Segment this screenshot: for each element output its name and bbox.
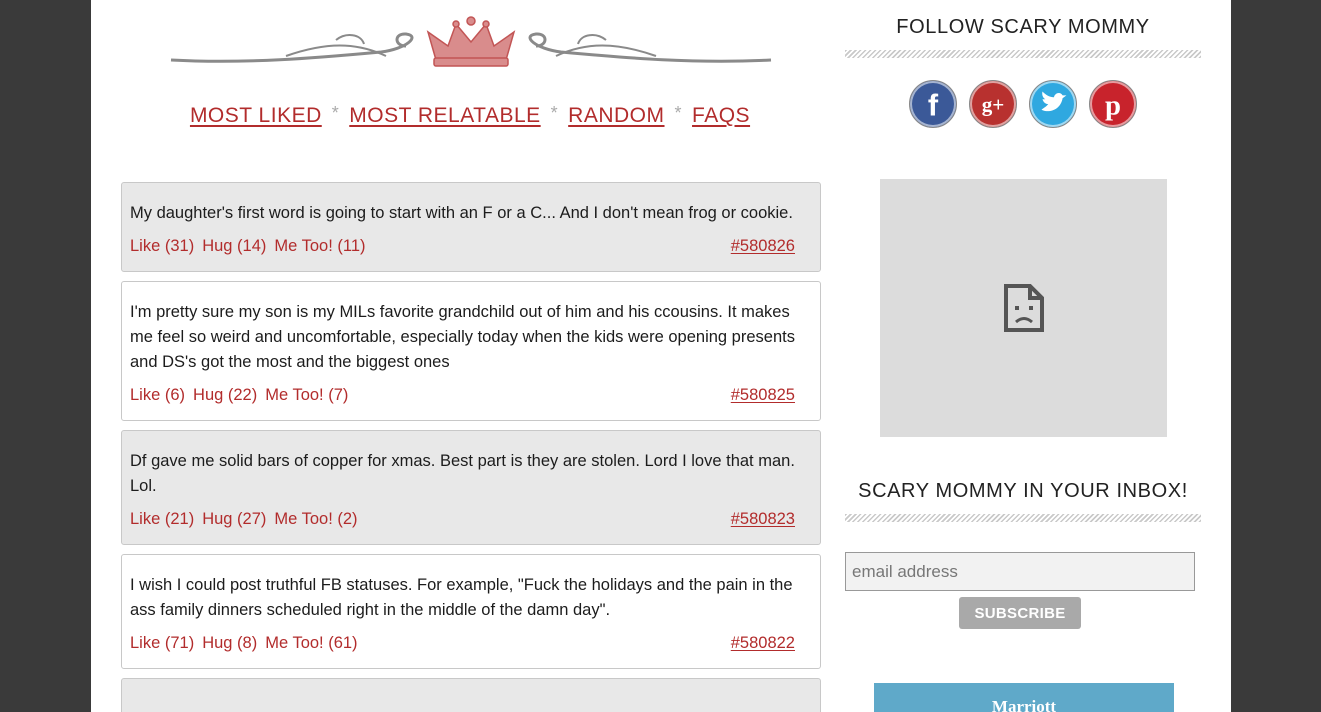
confession-card: I wish I could post truthful FB statuses… [121, 554, 821, 669]
ad-placeholder[interactable] [880, 179, 1167, 437]
confession-permalink[interactable]: #580823 [731, 510, 795, 529]
confession-text: I'm pretty sure my son is my MILs favori… [130, 303, 795, 371]
nav-separator: * [331, 103, 340, 123]
like-button[interactable]: Like (71) [130, 634, 194, 653]
confession-actions: Like (6) Hug (22) Me Too! (7) #580825 [130, 383, 812, 407]
me-too-button[interactable]: Me Too! (11) [274, 237, 365, 256]
like-button[interactable]: Like (31) [130, 237, 194, 256]
page-container: MOST LIKED * MOST RELATABLE * RANDOM * FAQS My… [91, 0, 1231, 712]
follow-heading: FOLLOW SCARY MOMMY [896, 16, 1150, 38]
confession-actions: Like (31) Hug (14) Me Too! (11) #580826 [130, 234, 812, 258]
me-too-button[interactable]: Me Too! (61) [265, 634, 357, 653]
confession-actions: Like (71) Hug (8) Me Too! (61) #580822 [130, 631, 812, 655]
confession-permalink[interactable]: #580825 [731, 386, 795, 405]
confession-text: Df gave me solid bars of copper for xmas… [130, 452, 795, 495]
main-nav: MOST LIKED * MOST RELATABLE * RANDOM * FAQS [91, 103, 849, 128]
nav-separator: * [550, 103, 559, 123]
broken-image-icon [1003, 284, 1044, 332]
subscribe-button[interactable]: SUBSCRIBE [959, 597, 1081, 629]
svg-text:f: f [928, 89, 939, 123]
like-button[interactable]: Like (21) [130, 510, 194, 529]
facebook-icon[interactable]: f [909, 80, 957, 128]
nav-most-liked[interactable]: MOST LIKED [190, 104, 322, 127]
nav-most-relatable[interactable]: MOST RELATABLE [349, 104, 540, 127]
confession-list: My daughter's first word is going to sta… [121, 182, 821, 712]
confession-card: My daughter's first word is going to sta… [121, 182, 821, 272]
marriott-ad-banner[interactable]: Marriott [874, 683, 1174, 712]
me-too-button[interactable]: Me Too! (7) [265, 386, 348, 405]
svg-text:g+: g+ [982, 93, 1005, 117]
heading-divider [845, 50, 1201, 58]
svg-text:p: p [1105, 90, 1121, 122]
hug-button[interactable]: Hug (22) [193, 386, 257, 405]
nav-faqs[interactable]: FAQS [692, 104, 750, 127]
heading-divider [845, 514, 1201, 522]
confession-text: My daughter's first word is going to sta… [130, 204, 793, 222]
like-button[interactable]: Like (6) [130, 386, 185, 405]
nav-random[interactable]: RANDOM [568, 104, 664, 127]
confession-actions: Like (21) Hug (27) Me Too! (2) #580823 [130, 507, 812, 531]
confession-card [121, 678, 821, 712]
google-plus-icon[interactable]: g+ [969, 80, 1017, 128]
hug-button[interactable]: Hug (8) [202, 634, 257, 653]
hug-button[interactable]: Hug (14) [202, 237, 266, 256]
confession-card: Df gave me solid bars of copper for xmas… [121, 430, 821, 545]
email-field[interactable] [845, 552, 1195, 591]
newsletter-heading: SCARY MOMMY IN YOUR INBOX! [858, 480, 1188, 502]
nav-separator: * [674, 103, 683, 123]
confession-permalink[interactable]: #580826 [731, 237, 795, 256]
site-logo-crown[interactable] [166, 12, 776, 74]
me-too-button[interactable]: Me Too! (2) [274, 510, 357, 529]
confession-card: I'm pretty sure my son is my MILs favori… [121, 281, 821, 421]
confession-permalink[interactable]: #580822 [731, 634, 795, 653]
social-links: f g+ p [845, 80, 1201, 128]
hug-button[interactable]: Hug (27) [202, 510, 266, 529]
twitter-icon[interactable] [1029, 80, 1077, 128]
confession-text: I wish I could post truthful FB statuses… [130, 576, 793, 619]
pinterest-icon[interactable]: p [1089, 80, 1137, 128]
